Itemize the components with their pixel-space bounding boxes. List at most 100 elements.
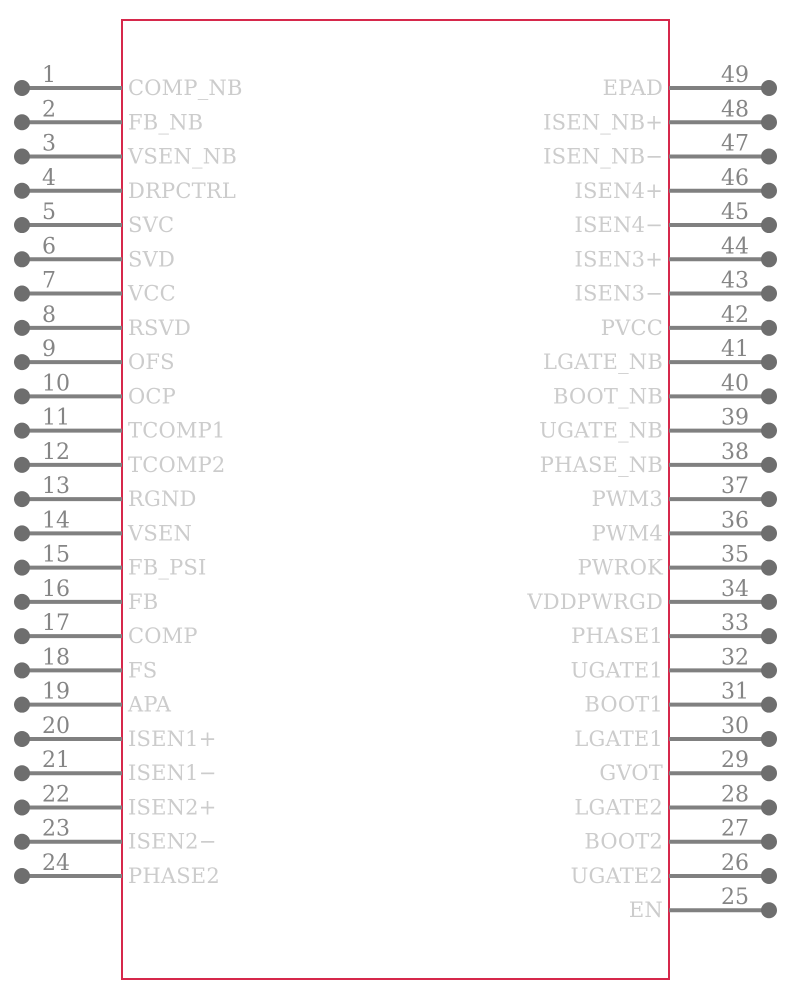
pin-number: 7 [42, 269, 56, 294]
pin-terminal-dot[interactable] [14, 593, 30, 610]
pin-number: 17 [42, 611, 70, 636]
pin-terminal-dot[interactable] [761, 217, 777, 234]
pin-number: 40 [721, 371, 749, 396]
pin-terminal-dot[interactable] [761, 80, 777, 96]
pin-terminal-dot[interactable] [14, 285, 30, 302]
pin-label: OFS [128, 350, 175, 374]
pin-label: FB_NB [128, 110, 203, 134]
pin-label: FB [128, 590, 158, 614]
pin-label: ISEN_NB− [543, 145, 663, 169]
pin-terminal-dot[interactable] [761, 593, 777, 610]
pin-label: UGATE_NB [539, 419, 663, 443]
pin-number: 47 [721, 132, 749, 157]
pin-terminal-dot[interactable] [761, 765, 777, 782]
pin-label: LGATE2 [574, 795, 663, 819]
pin-terminal-dot[interactable] [761, 902, 777, 919]
pin-label: ISEN2− [128, 830, 217, 854]
pin-number: 5 [42, 200, 56, 225]
pin-terminal-dot[interactable] [761, 559, 777, 576]
pin-label: VDDPWRGD [526, 590, 663, 614]
pin-terminal-dot[interactable] [761, 148, 777, 165]
pin-terminal-dot[interactable] [14, 696, 30, 713]
pin-label: VCC [127, 282, 176, 306]
pin-terminal-dot[interactable] [14, 114, 30, 131]
pin-label: UGATE2 [571, 864, 663, 888]
pin-number: 16 [42, 577, 70, 602]
pin-label: BOOT_NB [553, 384, 663, 408]
pin-terminal-dot[interactable] [14, 456, 30, 473]
pin-number: 41 [721, 337, 749, 362]
pin-label: PHASE_NB [540, 453, 663, 477]
pin-terminal-dot[interactable] [761, 388, 777, 405]
pin-number: 30 [721, 714, 749, 739]
pin-label: ISEN_NB+ [543, 110, 663, 134]
pin-label: PHASE2 [128, 864, 220, 888]
pinout-canvas: COMP_NB 1 FB_NB 2 VSEN_NB 3 DRPCTRL 4 SVC 5 SVD 6 VC… [0, 0, 791, 1000]
pin-label: ISEN3− [574, 282, 663, 306]
pin-label: UGATE1 [571, 658, 663, 682]
pin-number: 26 [721, 851, 749, 876]
pin-terminal-dot[interactable] [761, 730, 777, 747]
pin-terminal-dot[interactable] [761, 491, 777, 508]
pin-terminal-dot[interactable] [14, 388, 30, 405]
pin-terminal-dot[interactable] [14, 80, 30, 96]
pin-terminal-dot[interactable] [14, 799, 30, 816]
pin-terminal-dot[interactable] [761, 251, 777, 268]
pin-terminal-dot[interactable] [761, 114, 777, 131]
pin-terminal-dot[interactable] [761, 799, 777, 816]
pin-number: 23 [42, 817, 70, 842]
pin-number: 36 [721, 508, 749, 533]
pin-number: 46 [721, 166, 749, 191]
left-pin-group: COMP_NB 1 FB_NB 2 VSEN_NB 3 DRPCTRL 4 SVC 5 SVD 6 VC… [14, 63, 242, 888]
pin-terminal-dot[interactable] [14, 422, 30, 439]
pin-terminal-dot[interactable] [14, 251, 30, 268]
pin-terminal-dot[interactable] [14, 217, 30, 234]
pin-number: 48 [721, 97, 749, 122]
pin-terminal-dot[interactable] [761, 628, 777, 645]
pin-label: BOOT2 [584, 830, 663, 854]
pin-number: 9 [42, 337, 56, 362]
pin-terminal-dot[interactable] [761, 456, 777, 473]
pin-terminal-dot[interactable] [761, 422, 777, 439]
pin-label: FB_PSI [128, 556, 207, 580]
pin-terminal-dot[interactable] [14, 730, 30, 747]
pin-terminal-dot[interactable] [14, 662, 30, 679]
pin-number: 25 [721, 885, 749, 910]
pin-number: 10 [42, 371, 70, 396]
pin-label: APA [127, 693, 172, 717]
pin-terminal-dot[interactable] [761, 354, 777, 371]
pin-terminal-dot[interactable] [761, 867, 777, 884]
pin-number: 44 [721, 234, 749, 259]
pin-terminal-dot[interactable] [14, 628, 30, 645]
pin-label: ISEN4+ [574, 179, 663, 203]
pin-terminal-dot[interactable] [14, 491, 30, 508]
pin-label: VSEN_NB [127, 145, 237, 169]
pin-terminal-dot[interactable] [14, 525, 30, 542]
pin-terminal-dot[interactable] [761, 696, 777, 713]
pin-terminal-dot[interactable] [761, 833, 777, 850]
pin-label: ISEN3+ [574, 247, 663, 271]
pin-label: ISEN1− [128, 761, 217, 785]
pin-terminal-dot[interactable] [14, 148, 30, 165]
pin-number: 12 [42, 440, 70, 465]
pin-terminal-dot[interactable] [14, 765, 30, 782]
pin-terminal-dot[interactable] [14, 867, 30, 884]
pin-label: COMP [128, 624, 198, 648]
pin-terminal-dot[interactable] [14, 354, 30, 371]
pin-terminal-dot[interactable] [14, 319, 30, 336]
pin-terminal-dot[interactable] [761, 662, 777, 679]
pin-number: 22 [42, 782, 70, 807]
pin-terminal-dot[interactable] [14, 182, 30, 199]
pin-label: TCOMP1 [128, 419, 225, 443]
pin-number: 32 [721, 645, 749, 670]
pin-terminal-dot[interactable] [761, 525, 777, 542]
pin-label: EN [629, 898, 663, 922]
pin-terminal-dot[interactable] [14, 559, 30, 576]
pin-terminal-dot[interactable] [761, 285, 777, 302]
pin-number: 28 [721, 782, 749, 807]
pin-terminal-dot[interactable] [14, 833, 30, 850]
pin-label: OCP [128, 384, 176, 408]
pin-terminal-dot[interactable] [761, 319, 777, 336]
pin-number: 35 [721, 543, 749, 568]
pin-terminal-dot[interactable] [761, 182, 777, 199]
